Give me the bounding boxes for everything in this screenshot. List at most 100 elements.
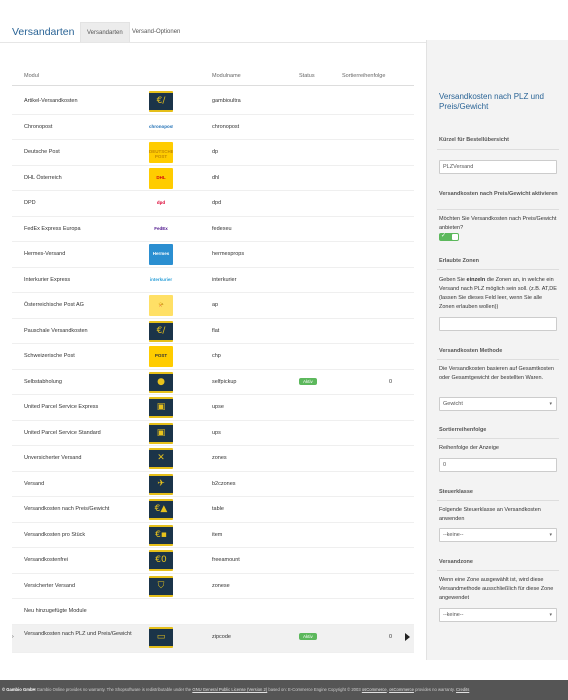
selected-table-row[interactable]: › Versandkosten nach PLZ und Preis/Gewich…: [12, 624, 414, 653]
dhl-logo-icon: DHL: [149, 167, 173, 189]
module-label: Unversicherter Versand: [24, 455, 82, 461]
table-row[interactable]: United Parcel Service Standard ▣ ups: [12, 421, 414, 446]
ups-logo-icon: ▣: [149, 397, 173, 418]
module-code: table: [212, 506, 224, 512]
module-code: hermesprops: [212, 251, 245, 257]
table-row[interactable]: DPD dpd dpd: [12, 191, 414, 217]
short-label-heading: Kürzel für Bestellübersicht: [439, 137, 509, 143]
ups-logo-icon: ▣: [149, 422, 173, 444]
module-code: zones: [212, 455, 227, 461]
table-row[interactable]: Chronopost chronopost chronopost: [12, 115, 414, 140]
table-row[interactable]: Artikel-Versandkosten €/ gambioultra: [12, 89, 414, 115]
module-code: dpd: [212, 200, 222, 206]
status-badge: Aktiv: [299, 377, 317, 385]
sort-input[interactable]: 0: [439, 458, 557, 472]
table-row[interactable]: Versandkosten nach Preis/Gewicht €▲ table: [12, 497, 414, 523]
check-icon: ✓: [441, 233, 447, 239]
module-label: Selbstabholung: [24, 378, 62, 385]
tax-heading: Steuerklasse: [439, 489, 473, 495]
module-code: freeamount: [212, 557, 240, 563]
footer-link-oscommerce-2[interactable]: osCommerce: [389, 687, 414, 692]
horn-logo-icon: 📯: [149, 295, 173, 316]
table-row[interactable]: Deutsche Post DEUTSCHE POST dp: [12, 140, 414, 166]
table-row[interactable]: Versand ✈ b2czones: [12, 472, 414, 497]
enable-heading: Versandkosten nach Preis/Gewicht aktivie…: [439, 191, 558, 197]
enable-toggle[interactable]: ✓: [439, 233, 459, 241]
interkurier-logo-icon: interkurier: [149, 269, 173, 291]
new-modules-label: Neu hinzugefügte Module: [24, 608, 87, 614]
module-code: zipcode: [212, 633, 231, 640]
column-header-module[interactable]: Modul: [24, 73, 39, 79]
chevron-down-icon: ▾: [549, 612, 552, 618]
sort-description: Reihenfolge der Anzeige: [439, 445, 499, 451]
zones-description: Geben Sie einzeln die Zonen an, in welch…: [439, 277, 557, 310]
table-row[interactable]: Unversicherter Versand ✕ zones: [12, 446, 414, 472]
table-row[interactable]: Hermes-Versand Hermes hermesprops: [12, 242, 414, 268]
footer-link-credits[interactable]: Credits: [456, 687, 469, 692]
table-row[interactable]: Pauschale Versandkosten €/ flat: [12, 319, 414, 344]
status-badge: Aktiv: [299, 632, 317, 640]
toggle-knob: [452, 234, 458, 240]
page-title: Versandarten: [12, 26, 75, 38]
table-row[interactable]: Versandkosten pro Stück €▪ item: [12, 523, 414, 548]
table-row[interactable]: Selbstabholung ● selfpickup Aktiv 0: [12, 370, 414, 395]
method-select[interactable]: Gewicht ▾: [439, 397, 557, 411]
new-modules-row: Neu hinzugefügte Module: [12, 599, 414, 625]
module-label: Versandkosten nach PLZ und Preis/Gewicht: [24, 630, 132, 637]
table-row[interactable]: FedEx Express Europa FedEx fedexeu: [12, 217, 414, 242]
module-code: zonese: [212, 582, 230, 589]
table-row[interactable]: Versandkostenfrei €0 freeamount: [12, 548, 414, 574]
module-label: Artikel-Versandkosten: [24, 98, 78, 104]
table-row[interactable]: Österreichische Post AG 📯 ap: [12, 293, 414, 319]
module-code: dp: [212, 149, 219, 155]
module-code: upse: [212, 404, 224, 410]
zones-input[interactable]: [439, 317, 557, 331]
euro-logo-icon: €/: [149, 91, 173, 112]
module-code: item: [212, 531, 223, 538]
table-row[interactable]: Interkurier Express interkurier interkurie…: [12, 268, 414, 293]
table-row[interactable]: United Parcel Service Express ▣ upse: [12, 395, 414, 421]
footer: © Gambio GmbH Gambio Online provides no …: [0, 680, 568, 700]
zone-description: Wenn eine Zone ausgewählt ist, wird dies…: [439, 577, 554, 601]
module-label: Versandkosten pro Stück: [24, 531, 86, 538]
module-label: Versicherter Versand: [24, 582, 76, 589]
tax-select[interactable]: --keine-- ▾: [439, 528, 557, 542]
module-code: flat: [212, 327, 220, 334]
module-code: selfpickup: [212, 378, 237, 385]
hermes-logo-icon: Hermes: [149, 244, 173, 265]
short-label-input[interactable]: PLZVersand: [439, 160, 557, 174]
table-row[interactable]: Schweizerische Post POST chp: [12, 344, 414, 370]
module-label: Schweizerische Post: [24, 353, 75, 359]
zone-select[interactable]: --keine-- ▾: [439, 608, 557, 622]
chevron-right-icon: ›: [12, 633, 14, 640]
zipcode-logo-icon: ▭: [149, 626, 173, 648]
table-row[interactable]: DHL Österreich DHL dhl: [12, 166, 414, 191]
footer-link-oscommerce[interactable]: osCommerce: [362, 687, 387, 692]
zones-heading: Erlaubte Zonen: [439, 258, 480, 264]
column-header-sort[interactable]: Sortierreihenfolge: [342, 73, 385, 79]
column-header-name[interactable]: Modulname: [212, 73, 241, 79]
module-label: Interkurier Express: [24, 276, 71, 283]
divider: [437, 359, 559, 360]
zone-heading: Versandzone: [439, 559, 473, 565]
tab-versand-optionen[interactable]: Versand-Optionen: [126, 22, 186, 42]
euro-box-logo-icon: €/: [149, 320, 173, 342]
module-label: United Parcel Service Standard: [24, 429, 101, 436]
play-arrow-icon[interactable]: [405, 632, 410, 641]
module-code: interkurier: [212, 276, 237, 283]
module-label: DPD: [24, 200, 36, 206]
module-code: ups: [212, 429, 221, 436]
footer-license-link[interactable]: GNU General Public License (Version 2): [192, 687, 267, 692]
sort-value: 0: [389, 633, 393, 640]
table-row[interactable]: Versicherter Versand ⛉ zonese: [12, 574, 414, 599]
divider: [437, 438, 559, 439]
chronopost-logo-icon: chronopost: [149, 116, 173, 138]
method-description: Die Versandkosten basieren auf Gesamtkos…: [439, 366, 554, 381]
shield-logo-icon: ⛉: [149, 575, 173, 597]
plane-logo-icon: ✈: [149, 473, 173, 495]
table-header: Modul Modulname Status Sortierreihenfolg…: [12, 66, 414, 86]
tab-versandarten[interactable]: Versandarten: [80, 22, 130, 42]
column-header-status[interactable]: Status: [299, 73, 315, 79]
module-label: United Parcel Service Express: [24, 404, 99, 410]
module-label: FedEx Express Europa: [24, 225, 81, 232]
